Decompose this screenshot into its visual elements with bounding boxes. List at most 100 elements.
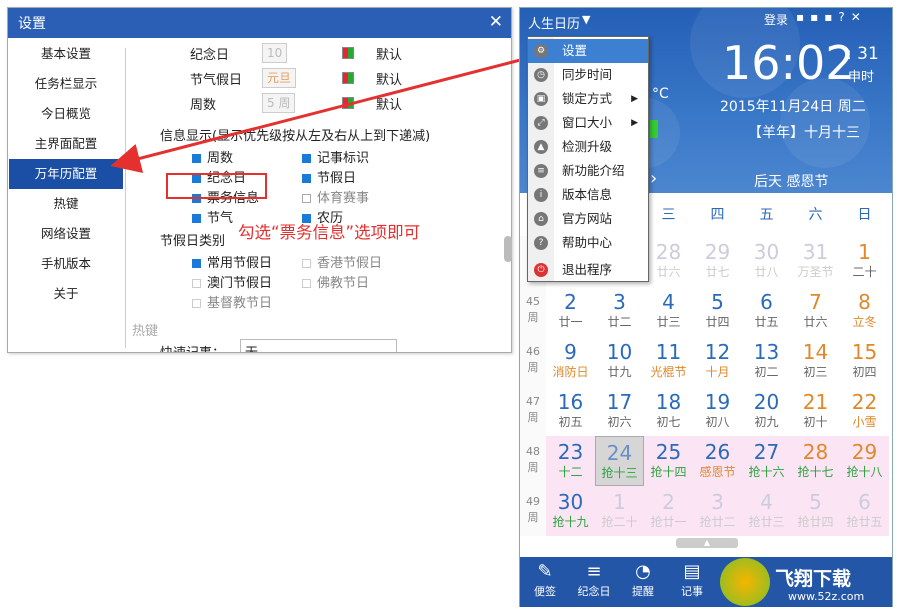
day-number: 1 — [613, 490, 626, 514]
day-cell[interactable]: 3 廿二 — [595, 286, 644, 336]
bottom-button[interactable]: ◔ 提醒 — [620, 561, 666, 599]
toolbar-icons[interactable]: ▪▪▪?✕ — [796, 10, 867, 24]
day-cell[interactable]: 18 初七 — [644, 386, 693, 436]
menu-item[interactable]: ◷ 同步时间 — [528, 63, 648, 87]
festival-countdown: 后天 感恩节 — [754, 174, 829, 190]
day-cell[interactable]: 17 初六 — [595, 386, 644, 436]
info-icon: i — [534, 188, 548, 202]
current-date: 2015年11月24日 周二 — [720, 99, 866, 115]
day-number: 16 — [557, 390, 584, 414]
day-cell[interactable]: 5 抢廿四 — [791, 486, 840, 536]
lunar-label: 抢十四 — [650, 465, 687, 479]
day-cell[interactable]: 1 抢二十 — [595, 486, 644, 536]
day-cell[interactable]: 14 初三 — [791, 336, 840, 386]
menu-item[interactable]: ? 帮助中心 — [528, 231, 648, 255]
day-number: 25 — [655, 440, 682, 464]
lunar-label: 抢廿三 — [748, 515, 785, 529]
day-cell[interactable]: 10 廿九 — [595, 336, 644, 386]
day-cell[interactable]: 16 初五 — [546, 386, 595, 436]
day-cell[interactable]: 21 初十 — [791, 386, 840, 436]
bottom-button[interactable]: ≡ 纪念日 — [571, 561, 617, 599]
lunar-label: 抢廿五 — [846, 515, 883, 529]
menu-item[interactable]: ▣ 锁定方式 ▶ — [528, 87, 648, 111]
day-number: 5 — [809, 490, 822, 514]
expand-chevron-icon[interactable]: ▲ — [676, 538, 738, 548]
menu-item[interactable]: ⚙ 设置 — [528, 39, 648, 63]
lunar-label: 抢廿一 — [650, 515, 687, 529]
menu-item[interactable]: ⤢ 窗口大小 ▶ — [528, 111, 648, 135]
day-cell[interactable]: 7 廿六 — [791, 286, 840, 336]
day-cell[interactable]: 28 廿六 — [644, 236, 693, 286]
lunar-label: 十二 — [558, 465, 583, 479]
day-cell[interactable]: 6 抢廿五 — [840, 486, 889, 536]
app-context-menu: ⚙ 设置 ◷ 同步时间 ▣ 锁定方式 ▶ ⤢ 窗口大小 ▶ ▲ 检测升级 ≡ 新功能介绍 i 版本信息 ⌂ 官方网… — [527, 36, 649, 282]
day-cell[interactable]: 15 初四 — [840, 336, 889, 386]
shichen-label: 申时 — [848, 70, 875, 85]
week-number: 45 周 — [520, 286, 546, 336]
day-cell[interactable]: 20 初九 — [742, 386, 791, 436]
day-cell[interactable]: 29 抢十八 — [840, 436, 889, 486]
bottom-label: 纪念日 — [577, 585, 611, 598]
day-cell[interactable]: 4 廿三 — [644, 286, 693, 336]
lunar-date: 【羊年】十月十三 — [748, 125, 860, 141]
weather-badge — [650, 120, 658, 138]
day-cell[interactable]: 2 廿一 — [546, 286, 595, 336]
day-cell[interactable]: 31 万圣节 — [791, 236, 840, 286]
clock-icon: ◷ — [534, 68, 548, 82]
menu-item-label: 官方网站 — [562, 211, 613, 226]
day-number: 4 — [760, 490, 773, 514]
day-cell[interactable]: 23 十二 — [546, 436, 595, 486]
bottom-button[interactable]: ✎ 便签 — [522, 561, 568, 599]
bottom-button[interactable]: ▤ 记事 — [669, 561, 715, 599]
lunar-label: 抢廿四 — [797, 515, 834, 529]
lunar-label: 十月 — [705, 365, 730, 379]
day-cell[interactable]: 19 初八 — [693, 386, 742, 436]
day-cell[interactable]: 8 立冬 — [840, 286, 889, 336]
day-cell[interactable]: 30 抢十九 — [546, 486, 595, 536]
app-menu-chevron-icon[interactable]: ▼ — [582, 13, 590, 26]
lunar-label: 二十 — [852, 265, 877, 279]
gear-icon: ⚙ — [534, 44, 548, 58]
lunar-label: 抢十七 — [797, 465, 834, 479]
clock-time: 16:02 — [722, 36, 855, 90]
menu-item[interactable]: ≡ 新功能介绍 — [528, 159, 648, 183]
day-cell[interactable]: 27 抢十六 — [742, 436, 791, 486]
login-link[interactable]: 登录 — [764, 11, 788, 28]
lunar-label: 光棍节 — [650, 365, 687, 379]
day-cell[interactable]: 12 十月 — [693, 336, 742, 386]
day-cell[interactable]: 25 抢十四 — [644, 436, 693, 486]
lunar-label: 抢廿二 — [699, 515, 736, 529]
next-chevron-icon[interactable]: › — [650, 168, 657, 189]
watermark-logo — [720, 558, 770, 606]
day-cell[interactable]: 26 感恩节 — [693, 436, 742, 486]
lunar-label: 廿六 — [656, 265, 681, 279]
day-cell[interactable]: 30 廿八 — [742, 236, 791, 286]
menu-item[interactable]: ⌂ 官方网站 — [528, 207, 648, 231]
day-cell[interactable]: 13 初二 — [742, 336, 791, 386]
day-cell[interactable]: 9 消防日 — [546, 336, 595, 386]
day-cell[interactable]: 22 小雪 — [840, 386, 889, 436]
day-cell[interactable]: 1 二十 — [840, 236, 889, 286]
day-number: 28 — [655, 240, 682, 264]
weekday-label: 四 — [710, 207, 725, 223]
day-number: 2 — [662, 490, 675, 514]
app-title[interactable]: 人生日历 — [528, 13, 580, 32]
lunar-label: 抢十三 — [601, 466, 638, 480]
menu-item[interactable]: i 版本信息 — [528, 183, 648, 207]
day-cell[interactable]: 4 抢廿三 — [742, 486, 791, 536]
day-cell[interactable]: 5 廿四 — [693, 286, 742, 336]
day-number: 6 — [858, 490, 871, 514]
alarm-icon: ◔ — [635, 561, 651, 582]
day-cell[interactable]: 28 抢十七 — [791, 436, 840, 486]
day-cell[interactable]: 11 光棍节 — [644, 336, 693, 386]
help-icon: ? — [534, 236, 548, 250]
day-cell[interactable]: 3 抢廿二 — [693, 486, 742, 536]
menu-item[interactable]: ▲ 检测升级 — [528, 135, 648, 159]
menu-item[interactable]: ⏻ 退出程序 — [528, 258, 648, 282]
lunar-label: 抢十六 — [748, 465, 785, 479]
day-cell[interactable]: 2 抢廿一 — [644, 486, 693, 536]
day-cell[interactable]: 24 抢十三 — [595, 436, 644, 486]
lunar-label: 廿七 — [705, 265, 730, 279]
day-cell[interactable]: 6 廿五 — [742, 286, 791, 336]
day-cell[interactable]: 29 廿七 — [693, 236, 742, 286]
